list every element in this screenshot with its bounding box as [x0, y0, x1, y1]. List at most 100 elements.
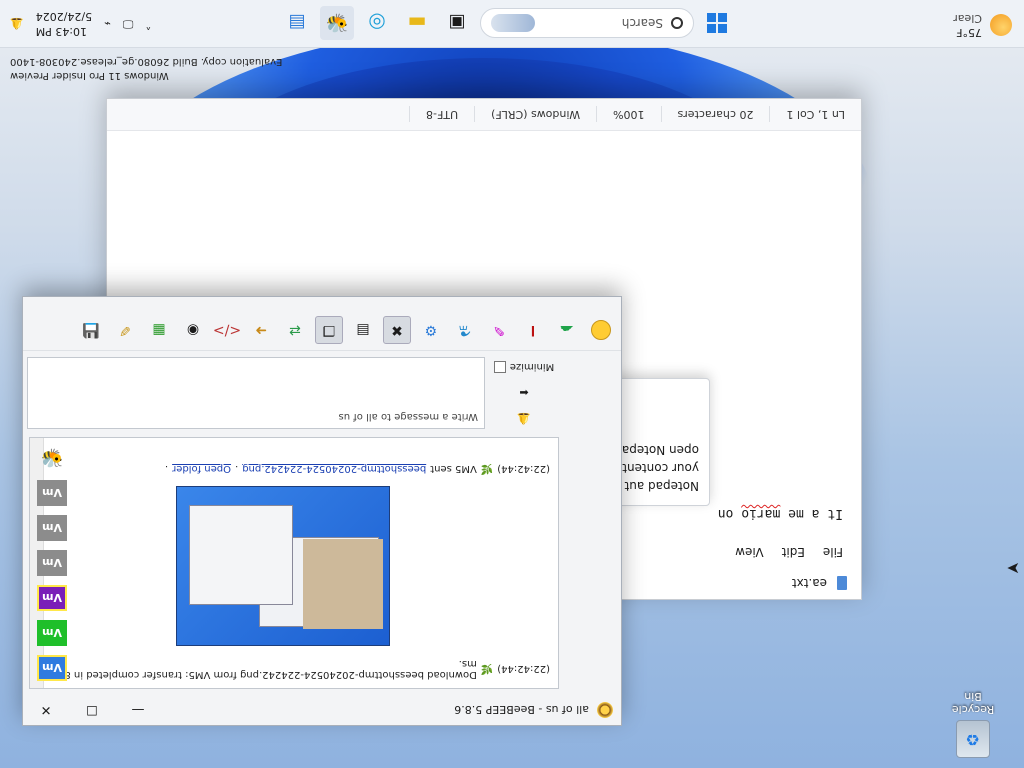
share-icon[interactable]: ⇄: [281, 317, 309, 345]
minimize-button[interactable]: —: [115, 695, 161, 725]
taskbar: 75°F Clear Search ▣ ▬ ◎ 🐝 ▤ ˄ 🖵 ⌁ 10:43 …: [0, 0, 1024, 48]
search-box[interactable]: Search: [480, 8, 694, 38]
user-avatar[interactable]: Vm: [37, 585, 67, 611]
evaluation-watermark: Windows 11 Pro Insider Preview Evaluatio…: [10, 54, 282, 82]
file-explorer-icon[interactable]: ▣: [440, 6, 474, 40]
start-icon: [707, 13, 727, 33]
arrow-icon[interactable]: ➜: [247, 317, 275, 345]
webcam-icon[interactable]: ◉: [179, 317, 207, 345]
mouse-cursor-icon: ➤: [1006, 559, 1020, 578]
notepad-taskbar-icon[interactable]: ▤: [280, 6, 314, 40]
user-list: Vm Vm Vm Vm Vm Vm 🐝: [27, 436, 77, 681]
file-link[interactable]: beesshottmp-20240524-224242.png: [242, 463, 426, 474]
code-icon[interactable]: </>: [213, 317, 241, 345]
chat-message: (22:42:44) 🌿 Download beesshottmp-202405…: [38, 658, 550, 680]
copy-icon[interactable]: ❐: [315, 316, 343, 345]
user-avatar[interactable]: Vm: [37, 620, 67, 646]
message-input[interactable]: Write a message to all of us: [27, 357, 485, 429]
message-text: Download beesshottmp-20240524-224242.png…: [58, 658, 477, 680]
system-tray: ˄ 🖵 ⌁ 10:43 PM 5/24/2024 🔔: [10, 9, 151, 39]
status-encoding[interactable]: UTF-8: [409, 106, 475, 123]
watermark-line1: Windows 11 Pro Insider Preview: [10, 70, 169, 81]
close-button[interactable]: ✕: [23, 695, 69, 725]
save-icon[interactable]: 💾: [77, 317, 105, 345]
clock-date: 5/24/2024: [35, 10, 93, 23]
message-time: (22:42:44): [497, 663, 550, 675]
search-placeholder: Search: [621, 16, 663, 30]
beebeep-icon: [597, 702, 613, 718]
watermark-line2: Evaluation copy. Build 26080.ge_release.…: [10, 56, 283, 67]
recycle-bin-icon: [956, 720, 990, 758]
spell-check-icon[interactable]: ⚗: [451, 317, 479, 345]
search-highlight-image: [491, 14, 535, 32]
screenshot-icon[interactable]: ▦: [145, 317, 173, 345]
chat-area[interactable]: (22:42:44) 🌿 Download beesshottmp-202405…: [29, 437, 559, 689]
weather-moon-icon: [990, 14, 1012, 36]
download-icon: 🌿: [480, 663, 494, 675]
note-icon[interactable]: ▤: [349, 317, 377, 345]
network-icon[interactable]: ⌁: [104, 18, 111, 31]
notepad-tab-title: ea.txt: [791, 576, 827, 590]
menu-edit[interactable]: Edit: [782, 545, 805, 559]
chat-toolbar: ☁ 𝐈 ✎ ⚗ ⚙ ✖ ▤ ❐ ⇄ ➜ </> ◉ ▦ ✐ 💾: [23, 311, 621, 351]
minimize-label: Minimize: [509, 361, 555, 373]
message-separator: .: [235, 463, 239, 474]
user-avatar[interactable]: Vm: [37, 515, 67, 541]
user-avatar[interactable]: Vm: [37, 480, 67, 506]
file-icon: 🌿: [480, 463, 494, 474]
editor-text-start: It a me: [780, 506, 843, 521]
thumb-window: [303, 539, 383, 629]
clear-icon[interactable]: ✖: [383, 316, 411, 345]
back-arrow-icon[interactable]: ⬅: [519, 386, 528, 399]
display-icon[interactable]: 🖵: [123, 17, 134, 31]
menu-file[interactable]: File: [823, 545, 843, 559]
status-zoom[interactable]: 100%: [596, 106, 661, 123]
message-input-placeholder: Write a message to all of us: [338, 411, 478, 422]
emoticon-icon[interactable]: [587, 317, 615, 345]
bee-group-icon[interactable]: 🐝: [37, 445, 67, 471]
message-prefix: VM5 sent: [430, 463, 477, 474]
misspelled-word[interactable]: mario: [741, 506, 780, 521]
minimize-option[interactable]: Minimize: [493, 361, 555, 373]
weather-widget[interactable]: 75°F Clear: [953, 11, 1012, 39]
thumb-window: [189, 505, 293, 605]
recycle-bin[interactable]: Recycle Bin: [942, 690, 1004, 758]
send-icon[interactable]: 🔔: [517, 412, 531, 425]
taskbar-center: Search ▣ ▬ ◎ 🐝 ▤: [280, 6, 734, 40]
notepad-icon: [837, 576, 847, 590]
chat-message: (22:42:44) 🌿 VM5 sent beesshottmp-202405…: [38, 463, 550, 474]
cloud-icon[interactable]: ☁: [553, 317, 581, 345]
search-icon: [671, 17, 683, 29]
file-manager-icon[interactable]: ▬: [400, 6, 434, 40]
color-icon[interactable]: ✎: [485, 317, 513, 345]
edge-icon[interactable]: ◎: [360, 6, 394, 40]
notification-icon[interactable]: 🔔: [10, 18, 24, 31]
status-position: Ln 1, Col 1: [769, 106, 861, 123]
screenshot-thumbnail[interactable]: [176, 486, 390, 646]
notepad-statusbar: Ln 1, Col 1 20 characters 100% Windows (…: [107, 99, 861, 131]
weather-condition: Clear: [953, 12, 982, 25]
editor-text-end: on: [717, 506, 742, 521]
beebeep-titlebar[interactable]: all of us - BeeBEEP 5.8.6 — ☐ ✕: [23, 695, 621, 725]
clock-time: 10:43 PM: [35, 25, 88, 38]
settings-icon[interactable]: ⚙: [417, 317, 445, 345]
edit-icon[interactable]: ✐: [111, 317, 139, 345]
minimize-checkbox[interactable]: [493, 361, 506, 373]
open-folder-link[interactable]: Open folder: [172, 463, 231, 474]
beebeep-window: all of us - BeeBEEP 5.8.6 — ☐ ✕ (22:42:4…: [22, 296, 622, 726]
font-icon[interactable]: 𝐈: [519, 317, 547, 345]
status-line-ending[interactable]: Windows (CRLF): [474, 106, 597, 123]
screen: Recycle Bin ➤ ea.txt File Edit View It a…: [0, 0, 1024, 768]
send-column: 🔔 ⬅ Minimize: [489, 357, 559, 429]
menu-view[interactable]: View: [735, 545, 763, 559]
chevron-up-icon[interactable]: ˄: [145, 17, 151, 31]
maximize-button[interactable]: ☐: [69, 695, 115, 725]
start-button[interactable]: [700, 6, 734, 40]
user-avatar[interactable]: Vm: [37, 655, 67, 681]
message-time: (22:42:44): [497, 463, 550, 474]
weather-temperature: 75°F: [956, 26, 982, 39]
user-avatar[interactable]: Vm: [37, 550, 67, 576]
beebeep-taskbar-icon[interactable]: 🐝: [320, 6, 354, 40]
beebeep-title: all of us - BeeBEEP 5.8.6: [454, 703, 589, 717]
clock[interactable]: 10:43 PM 5/24/2024: [36, 9, 92, 39]
